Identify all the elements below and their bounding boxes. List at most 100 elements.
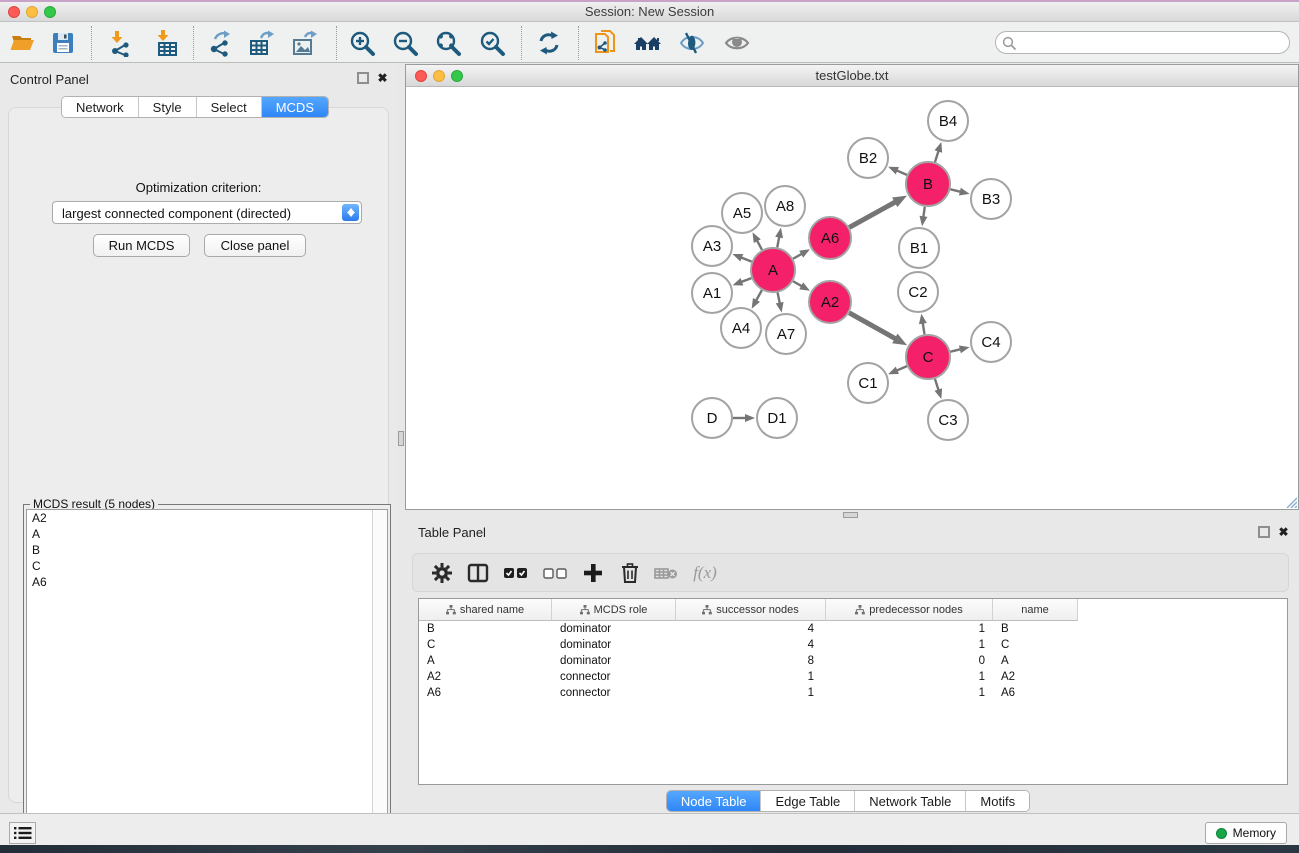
graph-node-label: C [923,349,934,366]
resize-grip-icon[interactable] [1285,496,1297,508]
graph-node-label: A4 [732,320,750,337]
memory-status-icon [1216,828,1227,839]
graph-node-label: C1 [858,375,877,392]
show-details-icon[interactable] [721,27,753,59]
save-session-icon[interactable] [47,27,79,59]
mcds-result-item[interactable]: A6 [27,574,387,590]
table-row[interactable]: A6connector11A6 [419,685,1287,701]
tab-edge-table[interactable]: Edge Table [761,791,855,811]
table-cell: connector [552,685,676,701]
tab-select[interactable]: Select [197,97,262,117]
table-cell: A [419,653,552,669]
column-header-predecessor-nodes[interactable]: predecessor nodes [826,599,993,621]
node-table[interactable]: shared nameMCDS rolesuccessor nodesprede… [418,598,1288,785]
import-network-icon[interactable] [105,27,137,59]
run-mcds-button[interactable]: Run MCDS [93,234,190,257]
table-row[interactable]: A2connector11A2 [419,669,1287,685]
main-toolbar [0,22,1299,63]
hide-details-icon[interactable] [676,27,708,59]
float-table-panel-icon[interactable] [1258,526,1271,539]
network-window-title: testGlobe.txt [406,68,1298,83]
column-header-successor-nodes[interactable]: successor nodes [676,599,826,621]
edge-arrowhead-icon [732,254,743,261]
graph-node-label: A3 [703,238,721,255]
column-header-MCDS-role[interactable]: MCDS role [552,599,676,621]
table-cell: 1 [676,669,826,685]
zoom-out-icon[interactable] [389,27,421,59]
float-panel-icon[interactable] [357,72,370,85]
column-header-name[interactable]: name [993,599,1078,621]
edge-arrowhead-icon [733,278,744,285]
open-session-icon[interactable] [6,27,38,59]
table-cell: A6 [993,685,1078,701]
column-header-shared-name[interactable]: shared name [419,599,552,621]
tab-network[interactable]: Network [62,97,139,117]
table-cell: A2 [419,669,552,685]
table-cell: 1 [826,685,993,701]
add-column-icon[interactable] [578,558,608,588]
zoom-in-icon[interactable] [346,27,378,59]
edge-arrowhead-icon [919,216,927,226]
table-row[interactable]: Adominator80A [419,653,1287,669]
mcds-result-item[interactable]: B [27,542,387,558]
mcds-result-list[interactable]: A2ABCA6 [26,509,388,841]
edge-arrowhead-icon [959,346,970,354]
network-from-file-icon[interactable] [590,27,622,59]
mcds-result-item[interactable]: A [27,526,387,542]
search-input[interactable] [1020,33,1282,52]
edge-arrowhead-icon [745,414,755,422]
horizontal-splitter-handle[interactable] [843,512,858,518]
table-cell: 1 [676,685,826,701]
graph-node-label: C2 [908,284,927,301]
table-row[interactable]: Bdominator41B [419,621,1287,637]
export-table-icon[interactable] [245,27,277,59]
edge-arrowhead-icon [776,302,784,313]
session-title: Session: New Session [0,4,1299,19]
settings-gear-icon[interactable] [427,558,457,588]
select-all-checked-icon[interactable] [501,558,531,588]
scrollbar-track[interactable] [372,510,387,840]
status-bar: Memory [0,813,1299,845]
home-views-icon[interactable] [632,27,664,59]
export-network-icon[interactable] [203,27,235,59]
tab-node-table[interactable]: Node Table [667,791,762,811]
export-image-icon[interactable] [288,27,320,59]
desktop-strip-bottom [0,845,1299,853]
vertical-splitter-handle[interactable] [398,431,404,446]
toolbar-divider [336,26,337,60]
close-panel-icon[interactable]: ✖ [376,72,389,85]
edge-A2-C[interactable] [849,313,896,340]
tab-network-table[interactable]: Network Table [855,791,966,811]
network-window-titlebar[interactable]: testGlobe.txt [406,65,1298,87]
control-panel: Control Panel ✖ NetworkStyleSelectMCDS O… [0,63,397,813]
tab-motifs[interactable]: Motifs [966,791,1029,811]
edge-arrowhead-icon [799,282,810,290]
deselect-all-icon[interactable] [541,558,571,588]
tab-style[interactable]: Style [139,97,197,117]
table-cell: 4 [676,637,826,653]
control-panel-tabs: NetworkStyleSelectMCDS [61,96,329,118]
mcds-result-item[interactable]: C [27,558,387,574]
mcds-result-item[interactable]: A2 [27,510,387,526]
graph-node-label: B [923,176,933,193]
network-graph-canvas[interactable]: AA6A2BCA1A3A4A5A7A8B1B2B3B4C1C2C3C4DD1 [406,87,1298,509]
refresh-icon[interactable] [533,27,565,59]
task-history-button[interactable] [9,822,36,844]
delete-column-icon[interactable] [615,558,645,588]
edge-arrowhead-icon [959,188,970,196]
close-panel-button[interactable]: Close panel [204,234,306,257]
edge-A6-B[interactable] [849,201,896,227]
memory-button[interactable]: Memory [1205,822,1287,844]
tab-mcds[interactable]: MCDS [262,97,328,117]
zoom-fit-icon[interactable] [432,27,464,59]
import-table-icon[interactable] [151,27,183,59]
edge-arrowhead-icon [799,249,810,257]
table-row[interactable]: Cdominator41C [419,637,1287,653]
edge-arrowhead-icon [752,298,760,309]
column-view-icon[interactable] [463,558,493,588]
table-panel-title: Table Panel [418,525,486,540]
criterion-select[interactable]: largest connected component (directed) [52,201,362,224]
zoom-selected-icon[interactable] [476,27,508,59]
edge-arrowhead-icon [775,228,783,239]
close-table-panel-icon[interactable]: ✖ [1277,526,1290,539]
